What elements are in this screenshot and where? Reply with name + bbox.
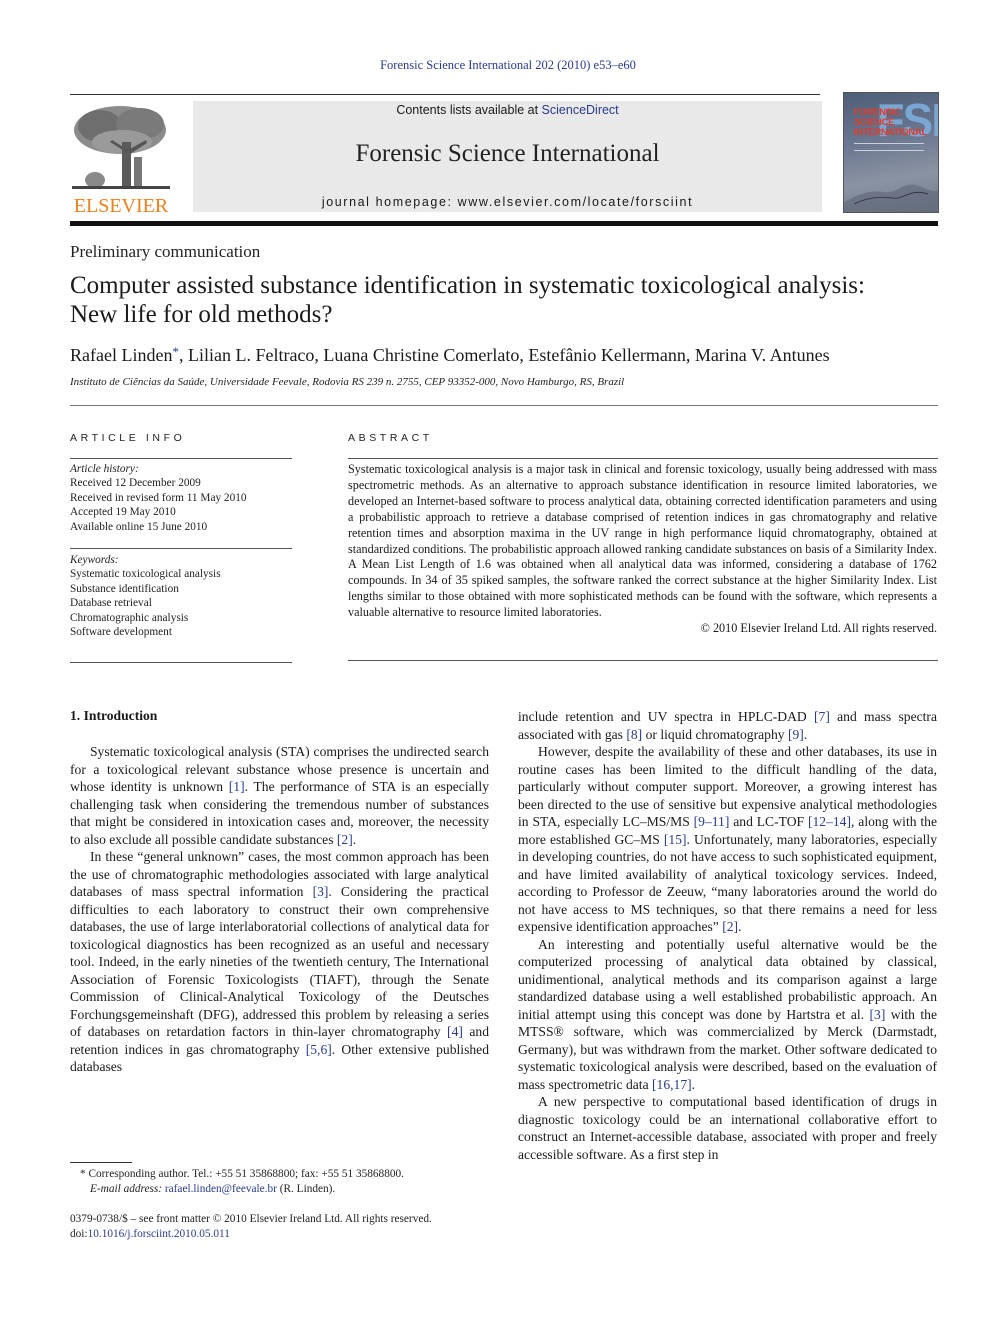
journal-title: Forensic Science International	[355, 140, 660, 167]
paragraph-text: include retention and UV spectra in HPLC…	[518, 709, 815, 724]
article-title: Computer assisted substance identificati…	[70, 271, 950, 329]
divider	[70, 548, 292, 549]
section-heading-introduction: 1. Introduction	[70, 708, 158, 723]
citation-link[interactable]: [3]	[313, 884, 329, 899]
article-history-label: Article history:	[70, 463, 139, 475]
footnote-contact: Corresponding author. Tel.: +55 51 35868…	[88, 1168, 404, 1180]
divider	[70, 405, 938, 406]
author-affiliation: Instituto de Ciências da Saúde, Universi…	[70, 376, 625, 388]
article-history: Article history: Received 12 December 20…	[70, 462, 292, 534]
corresponding-author-footnote: * Corresponding author. Tel.: +55 51 358…	[70, 1167, 500, 1197]
paragraph: However, despite the availability of the…	[518, 743, 937, 936]
cover-title-line: INTERNATIONAL	[854, 127, 927, 138]
journal-homepage[interactable]: journal homepage: www.elsevier.com/locat…	[193, 195, 822, 209]
keyword-item: Systematic toxicological analysis	[70, 568, 221, 581]
divider	[348, 458, 938, 459]
email-suffix: (R. Linden).	[276, 1183, 336, 1195]
citation-link[interactable]: [9–11]	[694, 814, 730, 829]
keyword-item: Database retrieval	[70, 597, 152, 610]
elsevier-logo[interactable]: ELSEVIER	[70, 102, 172, 217]
abstract-heading: ABSTRACT	[348, 432, 433, 444]
paragraph-text: .	[691, 1076, 696, 1092]
keyword-item: Chromatographic analysis	[70, 611, 189, 624]
article-info-heading: ARTICLE INFO	[70, 432, 186, 444]
citation-link[interactable]: [3]	[870, 1007, 886, 1022]
body-column-left: Systematic toxicological analysis (STA) …	[70, 743, 489, 1076]
paragraph: Systematic toxicological analysis (STA) …	[70, 743, 489, 848]
article-title-line: Computer assisted substance identificati…	[70, 272, 865, 299]
paragraph-text: and LC-TOF	[729, 814, 808, 829]
citation-link[interactable]: [2]	[722, 919, 738, 934]
article-type: Preliminary communication	[70, 242, 261, 261]
footnote-divider	[70, 1162, 132, 1163]
cover-illustration	[844, 184, 938, 212]
doi-link[interactable]: 10.1016/j.forsciint.2010.05.011	[88, 1228, 230, 1240]
author-corresponding: Rafael Linden	[70, 345, 173, 365]
citation-link[interactable]: [8]	[626, 727, 642, 742]
journal-cover-image[interactable]: FSI FORENSIC SCIENCE INTERNATIONAL	[843, 92, 939, 213]
abstract-copyright: © 2010 Elsevier Ireland Ltd. All rights …	[700, 621, 937, 636]
citation-link[interactable]: [15]	[664, 832, 687, 847]
citation-link[interactable]: [5,6]	[306, 1042, 332, 1057]
contents-prefix: Contents lists available at	[396, 103, 542, 117]
history-item: Received in revised form 11 May 2010	[70, 491, 247, 504]
paragraph: include retention and UV spectra in HPLC…	[518, 708, 937, 743]
front-matter: 0379-0738/$ – see front matter © 2010 El…	[70, 1212, 500, 1242]
abstract-body: Systematic toxicological analysis is a m…	[348, 462, 937, 637]
citation-link[interactable]: [9]	[788, 727, 804, 742]
citation-link[interactable]: [4]	[447, 1024, 463, 1039]
history-item: Accepted 19 May 2010	[70, 506, 176, 519]
cover-title: FORENSIC SCIENCE INTERNATIONAL	[854, 108, 927, 138]
elsevier-wordmark: ELSEVIER	[73, 195, 169, 217]
cover-subtitle-lines	[854, 143, 924, 151]
paragraph-text: or liquid chromatography	[642, 726, 788, 742]
sciencedirect-link[interactable]: ScienceDirect	[542, 103, 619, 117]
email-link[interactable]: rafael.linden@feevale.br	[165, 1183, 277, 1195]
paragraph-text: . Considering the practical difficulties…	[70, 884, 489, 1039]
elsevier-tree-icon	[70, 102, 172, 194]
citation-link[interactable]: [16,17]	[652, 1077, 692, 1092]
keywords-label: Keywords:	[70, 554, 119, 566]
citation-link[interactable]: [2]	[337, 832, 353, 847]
paragraph-text: .	[738, 919, 742, 934]
footnote-mark: *	[80, 1168, 86, 1180]
author-list: Rafael Linden*, Lilian L. Feltraco, Luan…	[70, 344, 950, 366]
keywords: Keywords: Systematic toxicological analy…	[70, 553, 292, 639]
doi-prefix: doi:	[70, 1228, 88, 1240]
paragraph: A new perspective to computational based…	[518, 1093, 937, 1163]
paragraph-text: .	[352, 831, 357, 847]
citation-link[interactable]: [12–14]	[808, 814, 851, 829]
contents-availability: Contents lists available at ScienceDirec…	[193, 103, 822, 117]
paragraph: In these “general unknown” cases, the mo…	[70, 848, 489, 1076]
email-label: E-mail address:	[90, 1183, 163, 1195]
abstract-text: Systematic toxicological analysis is a m…	[348, 462, 937, 620]
history-item: Available online 15 June 2010	[70, 520, 208, 533]
citation-link[interactable]: [7]	[814, 709, 830, 724]
issn-line: 0379-0738/$ – see front matter © 2010 El…	[70, 1213, 432, 1225]
history-item: Received 12 December 2009	[70, 477, 201, 490]
divider	[348, 660, 938, 661]
paragraph-text: .	[803, 726, 808, 742]
header-divider	[70, 94, 820, 95]
divider	[70, 458, 292, 459]
keyword-item: Software development	[70, 626, 172, 639]
paragraph-text: A new perspective to computational based…	[518, 1094, 937, 1162]
keyword-item: Substance identification	[70, 582, 179, 595]
divider	[70, 662, 292, 663]
journal-reference[interactable]: Forensic Science International 202 (2010…	[0, 58, 992, 73]
article-title-line: New life for old methods?	[70, 301, 333, 328]
co-authors: , Lilian L. Feltraco, Luana Christine Co…	[178, 345, 830, 365]
paragraph: An interesting and potentially useful al…	[518, 936, 937, 1094]
header-thick-divider	[70, 221, 938, 226]
journal-reference-link[interactable]: Forensic Science International 202 (2010…	[380, 58, 636, 72]
citation-link[interactable]: [1]	[229, 779, 245, 794]
body-column-right: include retention and UV spectra in HPLC…	[518, 708, 937, 1163]
